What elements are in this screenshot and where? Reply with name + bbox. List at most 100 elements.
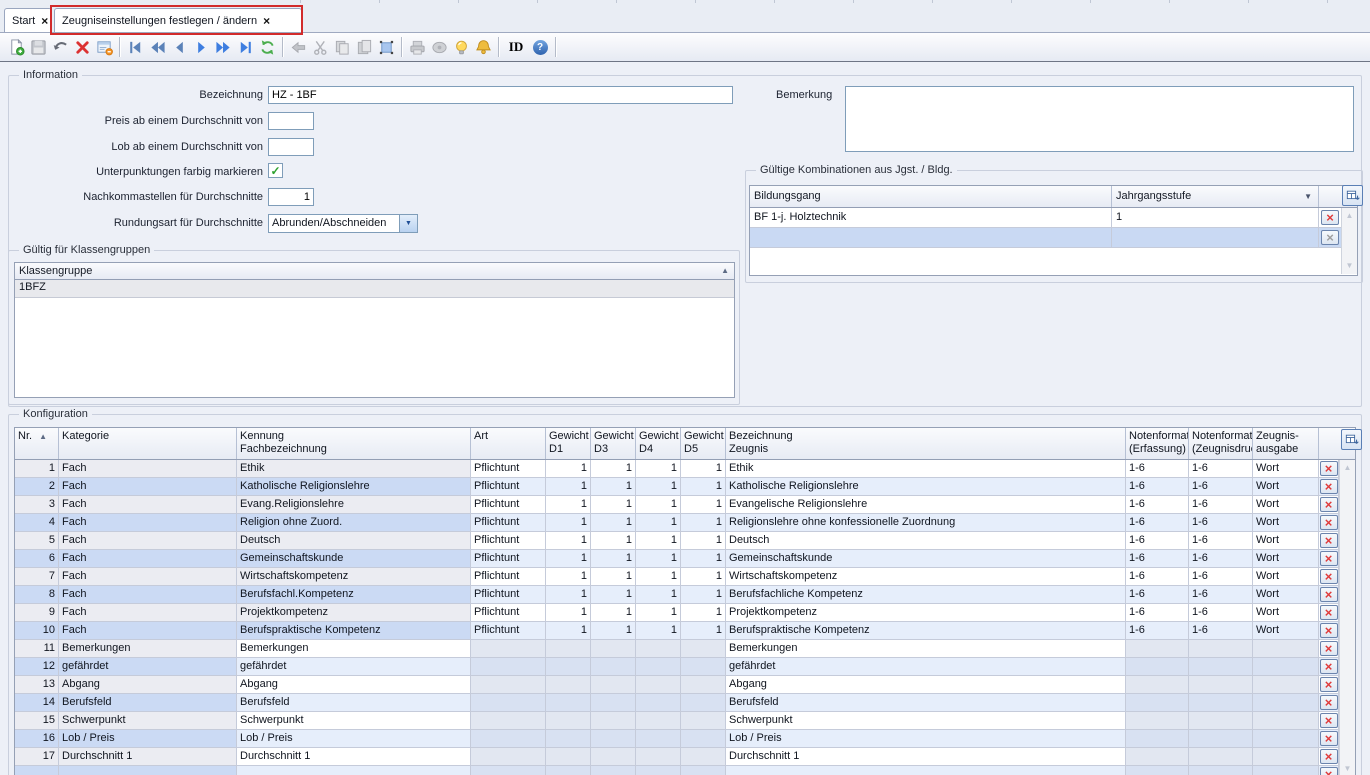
- nav-prev-button[interactable]: [168, 36, 190, 58]
- konfig-cell-r14-gewicht-d4[interactable]: [636, 694, 681, 712]
- konfig-cell-r1-gewicht-d3[interactable]: 1: [591, 460, 636, 478]
- konfig-cell-r15-kennung[interactable]: Schwerpunkt: [237, 712, 471, 730]
- konfig-header-bezeichnung-zeugnis[interactable]: BezeichnungZeugnis: [726, 428, 1126, 459]
- konfig-cell-r16-gewicht-d5[interactable]: [681, 730, 726, 748]
- konfig-cell-r18-gewicht-d4[interactable]: [636, 766, 681, 775]
- konfig-cell-r12-nr[interactable]: 12: [15, 658, 59, 676]
- konfig-delete-row-1-button[interactable]: ×: [1320, 461, 1338, 476]
- konfig-cell-r12-notenformat-erfassung[interactable]: [1126, 658, 1189, 676]
- konfig-cell-r12-bezeichnung-zeugnis[interactable]: gefährdet: [726, 658, 1126, 676]
- konfig-cell-r18-notenformat-zeugnisdruck[interactable]: [1189, 766, 1253, 775]
- konfig-cell-r6-bezeichnung-zeugnis[interactable]: Gemeinschaftskunde: [726, 550, 1126, 568]
- konfig-header-gewicht-d3[interactable]: GewichtD3: [591, 428, 636, 459]
- konfig-cell-r15-gewicht-d1[interactable]: [546, 712, 591, 730]
- konfig-cell-r5-art[interactable]: Pflichtunt: [471, 532, 546, 550]
- konfig-cell-r17-zeugnisausgabe[interactable]: [1253, 748, 1319, 766]
- konfig-cell-r3-zeugnisausgabe[interactable]: Wort: [1253, 496, 1319, 514]
- konfig-cell-r10-zeugnisausgabe[interactable]: Wort: [1253, 622, 1319, 640]
- konfig-cell-r16-nr[interactable]: 16: [15, 730, 59, 748]
- konfig-cell-r11-art[interactable]: [471, 640, 546, 658]
- konfig-cell-r8-gewicht-d4[interactable]: 1: [636, 586, 681, 604]
- unterpunktungen-checkbox[interactable]: ✓: [268, 163, 283, 178]
- konfig-cell-r13-zeugnisausgabe[interactable]: [1253, 676, 1319, 694]
- konfig-cell-r10-gewicht-d3[interactable]: 1: [591, 622, 636, 640]
- konfig-cell-r7-gewicht-d3[interactable]: 1: [591, 568, 636, 586]
- konfig-cell-r3-notenformat-zeugnisdruck[interactable]: 1-6: [1189, 496, 1253, 514]
- konfig-cell-r8-kategorie[interactable]: Fach: [59, 586, 237, 604]
- konfig-cell-r1-bezeichnung-zeugnis[interactable]: Ethik: [726, 460, 1126, 478]
- komb-delete-row-1-button[interactable]: ×: [1321, 210, 1339, 225]
- komb-cell-r1-bildungsgang[interactable]: BF 1-j. Holztechnik: [750, 208, 1112, 228]
- komb-cell-r1-jahrgangsstufe[interactable]: 1: [1112, 208, 1319, 228]
- scroll-up-icon[interactable]: ▲: [1340, 462, 1355, 474]
- konfig-delete-row-18-button[interactable]: ×: [1320, 767, 1338, 775]
- komb-cell-r2-jahrgangsstufe[interactable]: [1112, 228, 1319, 248]
- scroll-down-icon[interactable]: ▼: [1342, 260, 1357, 272]
- konfig-cell-r4-notenformat-zeugnisdruck[interactable]: 1-6: [1189, 514, 1253, 532]
- konfig-cell-r12-art[interactable]: [471, 658, 546, 676]
- konfig-cell-r4-kennung[interactable]: Religion ohne Zuord.: [237, 514, 471, 532]
- konfig-cell-r2-zeugnisausgabe[interactable]: Wort: [1253, 478, 1319, 496]
- konfig-cell-r16-gewicht-d1[interactable]: [546, 730, 591, 748]
- konfig-cell-r7-gewicht-d5[interactable]: 1: [681, 568, 726, 586]
- bezeichnung-field[interactable]: [268, 86, 733, 104]
- konfig-cell-r6-gewicht-d4[interactable]: 1: [636, 550, 681, 568]
- konfig-cell-r9-kategorie[interactable]: Fach: [59, 604, 237, 622]
- konfig-cell-r8-zeugnisausgabe[interactable]: Wort: [1253, 586, 1319, 604]
- konfig-cell-r15-nr[interactable]: 15: [15, 712, 59, 730]
- konfig-cell-r14-art[interactable]: [471, 694, 546, 712]
- konfig-cell-r9-zeugnisausgabe[interactable]: Wort: [1253, 604, 1319, 622]
- konfig-cell-r9-gewicht-d5[interactable]: 1: [681, 604, 726, 622]
- konfig-cell-r11-notenformat-erfassung[interactable]: [1126, 640, 1189, 658]
- konfig-cell-r16-gewicht-d4[interactable]: [636, 730, 681, 748]
- konfig-cell-r14-gewicht-d1[interactable]: [546, 694, 591, 712]
- nav-first-button[interactable]: [124, 36, 146, 58]
- konfig-cell-r10-gewicht-d1[interactable]: 1: [546, 622, 591, 640]
- nachkommastellen-field[interactable]: [268, 188, 314, 206]
- konfig-delete-row-2-button[interactable]: ×: [1320, 479, 1338, 494]
- konfig-cell-r3-gewicht-d3[interactable]: 1: [591, 496, 636, 514]
- konfig-delete-row-12-button[interactable]: ×: [1320, 659, 1338, 674]
- nav-last-button[interactable]: [234, 36, 256, 58]
- select-region-button[interactable]: [375, 36, 397, 58]
- konfig-cell-r8-notenformat-zeugnisdruck[interactable]: 1-6: [1189, 586, 1253, 604]
- konfig-cell-r11-kennung[interactable]: Bemerkungen: [237, 640, 471, 658]
- konfig-cell-r14-notenformat-zeugnisdruck[interactable]: [1189, 694, 1253, 712]
- konfig-cell-r10-gewicht-d4[interactable]: 1: [636, 622, 681, 640]
- konfig-cell-r8-art[interactable]: Pflichtunt: [471, 586, 546, 604]
- konfig-cell-r11-notenformat-zeugnisdruck[interactable]: [1189, 640, 1253, 658]
- komb-table-menu-button[interactable]: [1342, 185, 1363, 206]
- konfig-cell-r18-zeugnisausgabe[interactable]: [1253, 766, 1319, 775]
- konfig-scrollbar[interactable]: ▲ ▼: [1339, 460, 1355, 775]
- konfig-cell-r14-kategorie[interactable]: Berufsfeld: [59, 694, 237, 712]
- konfig-cell-r8-kennung[interactable]: Berufsfachl.Kompetenz: [237, 586, 471, 604]
- konfig-cell-r10-kategorie[interactable]: Fach: [59, 622, 237, 640]
- konfig-cell-r15-zeugnisausgabe[interactable]: [1253, 712, 1319, 730]
- konfig-cell-r18-bezeichnung-zeugnis[interactable]: [726, 766, 1126, 775]
- konfig-header-nr[interactable]: Nr.▲: [15, 428, 59, 459]
- konfig-cell-r9-gewicht-d3[interactable]: 1: [591, 604, 636, 622]
- konfig-cell-r5-bezeichnung-zeugnis[interactable]: Deutsch: [726, 532, 1126, 550]
- konfig-cell-r18-nr[interactable]: [15, 766, 59, 775]
- konfig-cell-r11-zeugnisausgabe[interactable]: [1253, 640, 1319, 658]
- klassengruppen-row-1[interactable]: 1BFZ: [15, 280, 734, 298]
- konfig-cell-r2-kennung[interactable]: Katholische Religionslehre: [237, 478, 471, 496]
- konfig-cell-r4-gewicht-d4[interactable]: 1: [636, 514, 681, 532]
- id-button[interactable]: ID: [503, 36, 529, 58]
- konfig-cell-r1-art[interactable]: Pflichtunt: [471, 460, 546, 478]
- bemerkung-field[interactable]: [845, 86, 1354, 152]
- reset-button[interactable]: [49, 36, 71, 58]
- dropdown-button[interactable]: ▼: [399, 215, 417, 232]
- konfig-cell-r16-gewicht-d3[interactable]: [591, 730, 636, 748]
- konfig-cell-r2-notenformat-zeugnisdruck[interactable]: 1-6: [1189, 478, 1253, 496]
- konfig-cell-r4-kategorie[interactable]: Fach: [59, 514, 237, 532]
- konfig-cell-r6-nr[interactable]: 6: [15, 550, 59, 568]
- konfig-cell-r2-gewicht-d3[interactable]: 1: [591, 478, 636, 496]
- konfig-cell-r8-gewicht-d3[interactable]: 1: [591, 586, 636, 604]
- konfig-cell-r9-nr[interactable]: 9: [15, 604, 59, 622]
- nav-next-button[interactable]: [190, 36, 212, 58]
- konfig-cell-r6-art[interactable]: Pflichtunt: [471, 550, 546, 568]
- konfig-cell-r3-kategorie[interactable]: Fach: [59, 496, 237, 514]
- konfig-cell-r2-kategorie[interactable]: Fach: [59, 478, 237, 496]
- komb-cell-r2-bildungsgang[interactable]: [750, 228, 1112, 248]
